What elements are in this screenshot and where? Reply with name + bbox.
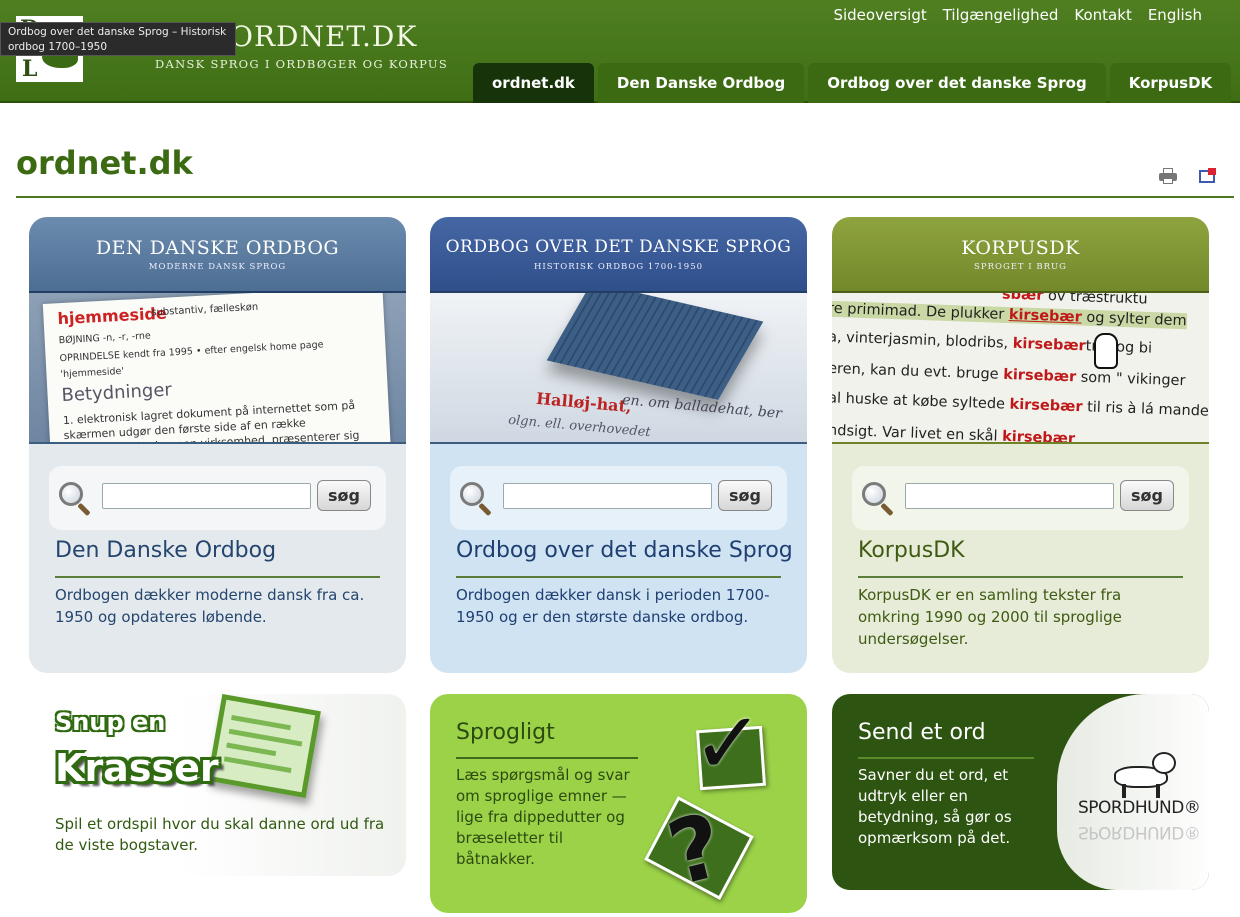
part-of-speech: substantiv, fælleskøn bbox=[151, 301, 259, 319]
banner-subtitle: HISTORISK ORDBOG 1700-1950 bbox=[533, 262, 704, 272]
concordance-line: eren, kan du evt. bruge kirsebær som " v… bbox=[832, 360, 1186, 390]
banner-ods[interactable]: ORDBOG OVER DET DANSKE SPROG HISTORISK O… bbox=[430, 217, 807, 293]
concordance-line: sbær ov træstruktu bbox=[1001, 293, 1148, 308]
quote: 'hjemmeside' bbox=[60, 365, 125, 381]
entry-word: Halløj-hat, bbox=[535, 388, 633, 417]
promo-description: Spil et ordspil hvor du skal danne ord u… bbox=[55, 815, 385, 854]
card-heading[interactable]: Den Danske Ordbog bbox=[55, 538, 276, 563]
tab-den-danske-ordbog[interactable]: Den Danske Ordbog bbox=[597, 63, 805, 103]
card-description: Ordbogen dækker moderne dansk fra ca. 19… bbox=[55, 586, 365, 626]
card-ordbog-over-det-danske-sprog: ORDBOG OVER DET DANSKE SPROG HISTORISK O… bbox=[430, 217, 807, 673]
share-icon[interactable] bbox=[1199, 168, 1217, 184]
banner-korpusdk[interactable]: KORPUSDK SPROGET I BRUG bbox=[832, 217, 1209, 293]
top-links: Sideoversigt Tilgængelighed Kontakt Engl… bbox=[833, 6, 1202, 24]
card-description: Ordbogen dækker dansk i perioden 1700-19… bbox=[456, 586, 770, 626]
inflection: BØJNING -n, -r, -rne bbox=[58, 330, 151, 347]
magnifier-icon bbox=[460, 482, 492, 517]
game-screenshot bbox=[207, 694, 321, 799]
card-heading[interactable]: Ordbog over det danske Sprog bbox=[456, 538, 793, 563]
promo-sprogligt[interactable]: Sprogligt Læs spørgsmål og svar om sprog… bbox=[430, 694, 807, 913]
search-input[interactable] bbox=[503, 483, 712, 509]
promo-heading: Send et ord bbox=[858, 720, 986, 745]
banner-subtitle: SPROGET I BRUG bbox=[974, 262, 1067, 272]
link-english[interactable]: English bbox=[1148, 6, 1202, 24]
spordhund-logo-reflection: SPORDHUND® bbox=[1078, 822, 1201, 842]
books-image[interactable]: Halløj-hat, en. om balladehat, ber olgn.… bbox=[430, 293, 807, 444]
dog-icon bbox=[1108, 748, 1184, 798]
card-lower: søg KorpusDK KorpusDK er en samling teks… bbox=[832, 444, 1209, 673]
magnifier-icon bbox=[862, 482, 894, 517]
search-button[interactable]: søg bbox=[317, 480, 371, 511]
card-divider bbox=[858, 576, 1183, 578]
game-logo-line2: Krasser bbox=[55, 746, 219, 790]
card-den-danske-ordbog: DEN DANSKE ORDBOG MODERNE DANSK SPROG hj… bbox=[29, 217, 406, 673]
tab-korpusdk[interactable]: KorpusDK bbox=[1109, 63, 1232, 103]
concordance-line: al huske at købe syltede kirsebær til ri… bbox=[832, 390, 1209, 420]
dictionary-entry-image[interactable]: hjemmeside substantiv, fælleskøn BØJNING… bbox=[29, 293, 406, 444]
card-description: KorpusDK er en samling tekster fra omkri… bbox=[858, 586, 1122, 648]
checkmark-icon: ✓ bbox=[692, 694, 765, 794]
books-illustration bbox=[546, 293, 764, 400]
banner-title: ORDBOG OVER DET DANSKE SPROG bbox=[445, 237, 792, 257]
entry-text-2: olgn. ell. overhovedet bbox=[507, 412, 652, 441]
promo-divider bbox=[456, 757, 638, 759]
logo-letter-l: L bbox=[22, 56, 38, 82]
promo-send-et-ord[interactable]: Send et ord Savner du et ord, et udtryk … bbox=[832, 694, 1209, 890]
tab-ordnet[interactable]: ordnet.dk bbox=[473, 63, 594, 103]
question-mark-icon: ? bbox=[658, 793, 733, 906]
search-box: søg bbox=[852, 466, 1189, 530]
card-lower: søg Den Danske Ordbog Ordbogen dækker mo… bbox=[29, 444, 406, 673]
link-tilgaengelighed[interactable]: Tilgængelighed bbox=[943, 6, 1059, 24]
card-lower: søg Ordbog over det danske Sprog Ordboge… bbox=[430, 444, 807, 673]
link-sideoversigt[interactable]: Sideoversigt bbox=[833, 6, 926, 24]
site-header: D L ORDNET.DK DANSK SPROG I ORDBØGER OG … bbox=[0, 0, 1240, 103]
site-title[interactable]: ORDNET.DK bbox=[230, 20, 417, 53]
site-subtitle: DANSK SPROG I ORDBØGER OG KORPUS bbox=[155, 57, 449, 71]
spordhund-logo: SPORDHUND® bbox=[1078, 798, 1201, 818]
search-box: søg bbox=[450, 466, 787, 530]
dictionary-page: hjemmeside substantiv, fælleskøn BØJNING… bbox=[42, 293, 392, 444]
banner-title: KORPUSDK bbox=[961, 237, 1080, 259]
card-divider bbox=[55, 576, 380, 578]
search-box: søg bbox=[49, 466, 386, 530]
banner-title: DEN DANSKE ORDBOG bbox=[95, 237, 340, 259]
search-button[interactable]: søg bbox=[718, 480, 772, 511]
game-logo-line1: Snup en bbox=[55, 708, 166, 736]
card-korpusdk: KORPUSDK SPROGET I BRUG sbær ov træstruk… bbox=[832, 217, 1209, 673]
sense-text: 1. elektronisk lagret dokument på intern… bbox=[62, 398, 360, 444]
page-title: ordnet.dk bbox=[16, 144, 193, 182]
banner-den-danske-ordbog[interactable]: DEN DANSKE ORDBOG MODERNE DANSK SPROG bbox=[29, 217, 406, 293]
promo-snup-en-krasser[interactable]: Snup en Krasser Spil et ordspil hvor du … bbox=[29, 694, 406, 876]
magnifier-icon bbox=[59, 482, 91, 517]
tooltip: Ordbog over det danske Sprog – Historisk… bbox=[0, 22, 236, 56]
promo-description: Savner du et ord, et udtryk eller en bet… bbox=[858, 766, 1012, 847]
betydninger-heading: Betydninger bbox=[61, 379, 173, 407]
main-tabs: ordnet.dk Den Danske Ordbog Ordbog over … bbox=[473, 63, 1232, 103]
promo-description: Læs spørgsmål og svar om sproglige emner… bbox=[456, 766, 630, 868]
search-input[interactable] bbox=[102, 483, 311, 509]
banner-subtitle: MODERNE DANSK SPROG bbox=[148, 262, 287, 272]
search-input[interactable] bbox=[905, 483, 1114, 509]
card-heading[interactable]: KorpusDK bbox=[858, 538, 965, 563]
tab-ordbog-over-det-danske-sprog[interactable]: Ordbog over det danske Sprog bbox=[808, 63, 1106, 103]
link-kontakt[interactable]: Kontakt bbox=[1074, 6, 1131, 24]
concordance-line: ndsigt. Var livet en skål kirsebær bbox=[832, 422, 1076, 444]
promo-heading: Sprogligt bbox=[456, 720, 555, 745]
search-button[interactable]: søg bbox=[1120, 480, 1174, 511]
title-divider bbox=[16, 196, 1234, 198]
promo-divider bbox=[858, 757, 1034, 759]
entry-text: en. om balladehat, ber bbox=[621, 392, 783, 422]
corpus-concordance-image[interactable]: sbær ov træstruktu re primimad. De plukk… bbox=[832, 293, 1209, 444]
hand-cursor-icon bbox=[1094, 333, 1118, 369]
card-divider bbox=[456, 576, 781, 578]
print-icon[interactable] bbox=[1159, 168, 1177, 184]
